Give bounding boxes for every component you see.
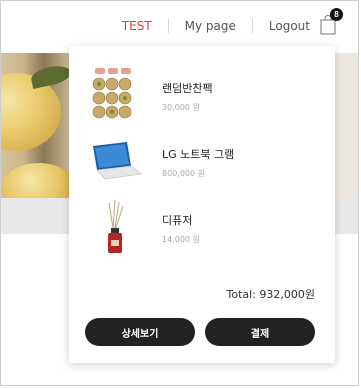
cart-item[interactable]: LG 노트북 그램 800,000 원 xyxy=(69,132,335,192)
cart-item-name: 디퓨저 xyxy=(162,214,193,227)
nav-divider xyxy=(167,19,169,33)
side-dish-pack-image xyxy=(92,68,132,119)
nav-test-link[interactable]: TEST xyxy=(122,19,152,33)
view-details-button[interactable]: 상세보기 xyxy=(85,318,195,346)
cart-item-price: 14,000 원 xyxy=(162,235,200,244)
diffuser-image xyxy=(108,199,124,253)
cart-item-price: 30,000 원 xyxy=(162,103,200,112)
nav-divider xyxy=(251,19,253,33)
cart-item[interactable]: 랜덤반찬팩 30,000 원 xyxy=(69,66,335,126)
cart-item-price: 800,000 원 xyxy=(162,169,205,178)
list-fade-overlay xyxy=(69,258,335,280)
checkout-button[interactable]: 결제 xyxy=(205,318,315,346)
page-frame: TEST My page Logout 8 랜덤반찬팩 30,000 원 LG … xyxy=(0,0,359,386)
cart-item-name: 랜덤반찬팩 xyxy=(162,82,213,95)
nav-logout-link[interactable]: Logout xyxy=(269,19,310,33)
cart-total: Total: 932,000원 xyxy=(226,288,315,301)
laptop-image xyxy=(93,142,142,180)
nav-mypage-link[interactable]: My page xyxy=(185,19,236,33)
leaf-image xyxy=(29,63,73,89)
cart-button[interactable]: 8 xyxy=(320,8,343,35)
cart-count-badge: 8 xyxy=(330,8,343,21)
cart-item-name: LG 노트북 그램 xyxy=(162,148,235,161)
cart-dropdown: 랜덤반찬팩 30,000 원 LG 노트북 그램 800,000 원 디퓨저 1… xyxy=(69,46,335,363)
top-nav: TEST My page Logout 8 xyxy=(122,8,343,35)
cart-item[interactable]: 디퓨저 14,000 원 xyxy=(69,198,335,258)
